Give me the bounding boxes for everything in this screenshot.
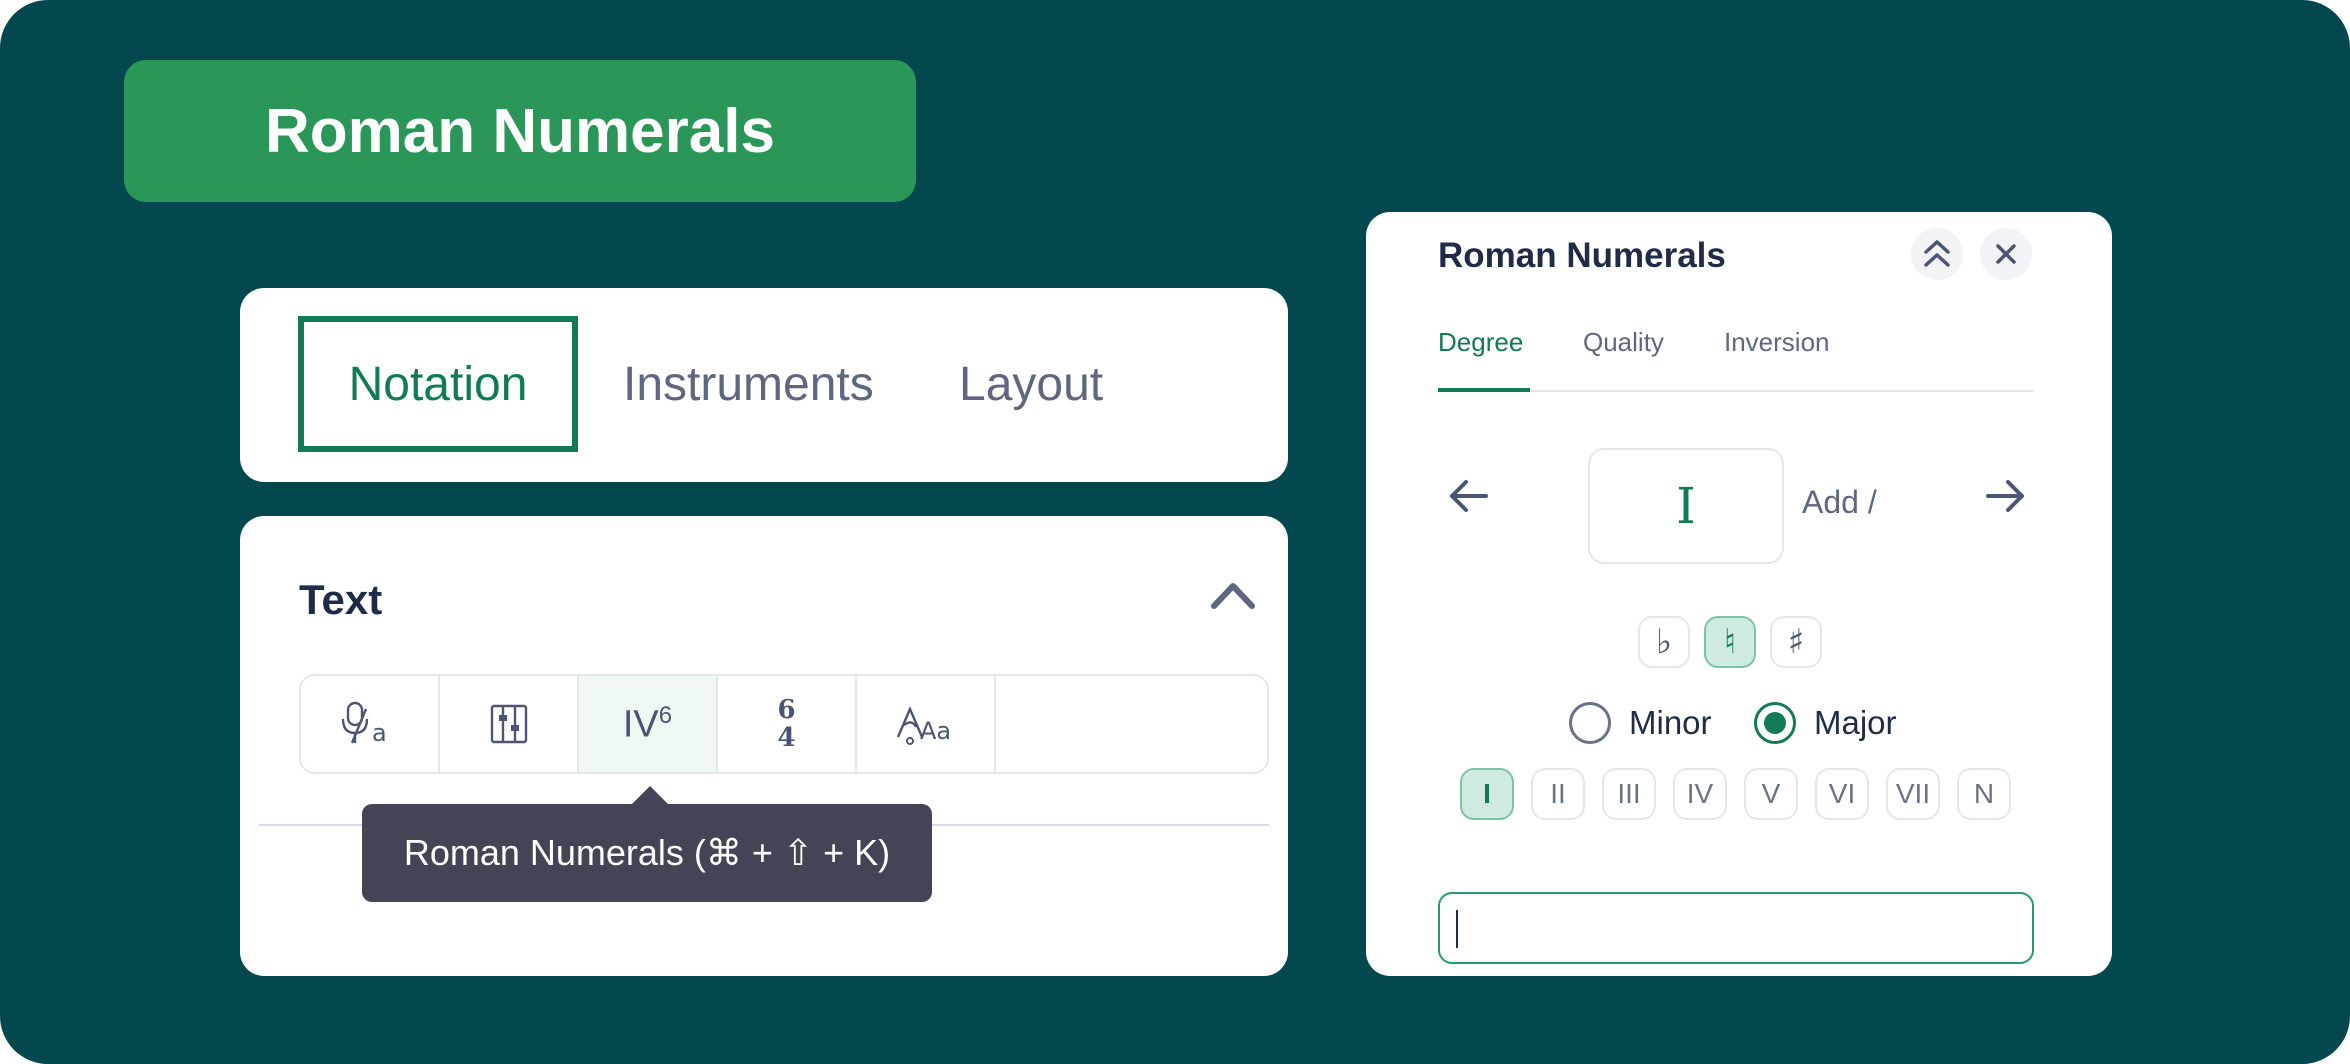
double-chevron-up-icon bbox=[1924, 240, 1950, 267]
figured-bass-bottom: 4 bbox=[777, 723, 796, 753]
roman-numeral-icon: IV6 bbox=[623, 702, 672, 747]
minor-radio-option[interactable]: Minor bbox=[1569, 702, 1712, 744]
degree-value: I bbox=[1676, 477, 1696, 535]
text-panel: Text a IV6 6 4 Aa Roman Numerals (⌘ + ⇧ … bbox=[240, 516, 1288, 976]
tab-layout-label: Layout bbox=[959, 357, 1104, 411]
collapse-chevron-icon[interactable] bbox=[1210, 578, 1256, 610]
tab-degree[interactable]: Degree bbox=[1438, 327, 1523, 358]
tab-notation[interactable]: Notation bbox=[298, 316, 578, 452]
degree-button-vi[interactable]: VI bbox=[1815, 768, 1869, 820]
degree-button-iii[interactable]: III bbox=[1602, 768, 1656, 820]
text-caret bbox=[1456, 910, 1458, 948]
tooltip-arrow bbox=[630, 786, 670, 806]
staff-text-icon: Aa bbox=[896, 705, 951, 745]
title-badge: Roman Numerals bbox=[124, 60, 916, 202]
degree-buttons: I II III IV V VI VII N bbox=[1460, 768, 2011, 820]
collapse-button[interactable] bbox=[1911, 228, 1963, 280]
tooltip: Roman Numerals (⌘ + ⇧ + K) bbox=[362, 804, 932, 902]
degree-button-ii[interactable]: II bbox=[1531, 768, 1585, 820]
tooltip-text: Roman Numerals (⌘ + ⇧ + K) bbox=[403, 832, 891, 873]
tab-instruments[interactable]: Instruments bbox=[623, 316, 874, 452]
mode-tabs-card: Notation Instruments Layout bbox=[240, 288, 1288, 482]
minor-label: Minor bbox=[1629, 704, 1712, 741]
close-button[interactable] bbox=[1980, 228, 2032, 280]
degree-display[interactable]: I bbox=[1588, 448, 1784, 564]
tab-quality[interactable]: Quality bbox=[1583, 327, 1664, 358]
text-panel-title: Text bbox=[299, 576, 383, 623]
sharp-button[interactable]: ♯ bbox=[1770, 616, 1822, 668]
tab-notation-label: Notation bbox=[348, 357, 528, 411]
canvas: Roman Numerals Notation Instruments Layo… bbox=[0, 0, 2350, 1064]
radio-dot bbox=[1764, 712, 1786, 734]
tab-active-indicator bbox=[1438, 388, 1530, 392]
accidental-buttons: ♭ ♮ ♯ bbox=[1638, 616, 1822, 668]
title-badge-text: Roman Numerals bbox=[265, 96, 775, 166]
roman-numerals-dialog: Roman Numerals Degree Quality Inversion … bbox=[1366, 212, 2112, 976]
tool-empty bbox=[996, 676, 1135, 772]
major-radio[interactable] bbox=[1754, 702, 1796, 744]
arrow-left-icon[interactable] bbox=[1446, 474, 1490, 518]
roman-numeral-icon-sup: 6 bbox=[658, 701, 673, 729]
tool-staff-text[interactable]: Aa bbox=[857, 676, 996, 772]
figured-bass-top: 6 bbox=[777, 695, 796, 725]
close-icon bbox=[1996, 244, 2016, 264]
add-slash-button[interactable]: Add / bbox=[1802, 484, 1877, 521]
chord-frame-icon bbox=[490, 704, 527, 744]
major-radio-option[interactable]: Major bbox=[1754, 702, 1897, 744]
roman-numeral-icon-label: IV bbox=[622, 703, 659, 746]
degree-button-n[interactable]: N bbox=[1957, 768, 2011, 820]
dialog-title: Roman Numerals bbox=[1438, 236, 1726, 275]
degree-button-i[interactable]: I bbox=[1460, 768, 1514, 820]
major-label: Major bbox=[1814, 704, 1897, 741]
text-tools-toolbar: a IV6 6 4 Aa bbox=[299, 674, 1269, 774]
svg-text:Aa: Aa bbox=[920, 717, 951, 745]
tab-instruments-label: Instruments bbox=[623, 357, 874, 411]
degree-button-iv[interactable]: IV bbox=[1673, 768, 1727, 820]
svg-text:a: a bbox=[372, 719, 387, 747]
tool-roman-numerals[interactable]: IV6 bbox=[579, 676, 718, 772]
minor-radio[interactable] bbox=[1569, 702, 1611, 744]
tool-lyrics[interactable]: a bbox=[301, 676, 440, 772]
degree-button-v[interactable]: V bbox=[1744, 768, 1798, 820]
tab-layout[interactable]: Layout bbox=[959, 316, 1103, 452]
natural-button[interactable]: ♮ bbox=[1704, 616, 1756, 668]
degree-button-vii[interactable]: VII bbox=[1886, 768, 1940, 820]
tab-inversion[interactable]: Inversion bbox=[1724, 327, 1830, 358]
roman-numeral-input[interactable] bbox=[1438, 892, 2034, 964]
tool-figured-bass[interactable]: 6 4 bbox=[718, 676, 857, 772]
arrow-right-icon[interactable] bbox=[1984, 474, 2028, 518]
tool-chord-frame[interactable] bbox=[440, 676, 579, 772]
lyrics-text-icon: a bbox=[341, 701, 387, 747]
flat-button[interactable]: ♭ bbox=[1638, 616, 1690, 668]
figured-bass-icon: 6 4 bbox=[777, 696, 795, 752]
